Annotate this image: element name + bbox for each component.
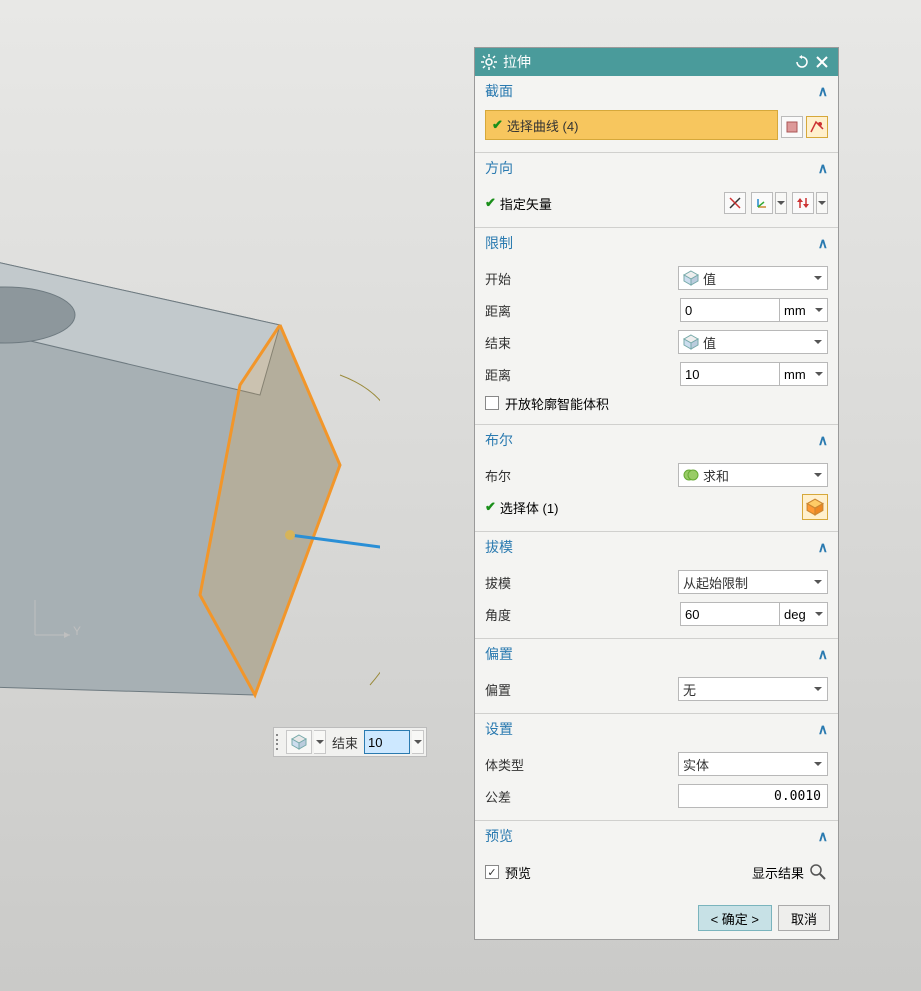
section-header-preview[interactable]: 预览 ∧ (475, 821, 838, 851)
dialog-titlebar[interactable]: 拉伸 (475, 48, 838, 76)
close-icon[interactable] (812, 52, 832, 72)
open-profile-label: 开放轮廓智能体积 (505, 394, 609, 413)
preview-label: 预览 (505, 863, 531, 882)
chevron-up-icon: ∧ (818, 160, 828, 177)
start-distance-input[interactable] (680, 298, 780, 322)
section-header-boolean[interactable]: 布尔 ∧ (475, 425, 838, 455)
curve-stop-icon[interactable] (781, 116, 803, 138)
draft-select[interactable]: 从起始限制 (678, 570, 828, 594)
chevron-up-icon: ∧ (818, 432, 828, 449)
start-distance-unit[interactable]: mm (780, 298, 828, 322)
ok-button[interactable]: < 确定 > (698, 905, 772, 931)
chevron-up-icon: ∧ (818, 539, 828, 556)
inline-end-toolbar: 结束 (273, 727, 427, 757)
end-distance-input[interactable] (680, 362, 780, 386)
inline-end-input[interactable] (364, 730, 410, 754)
chevron-up-icon: ∧ (818, 646, 828, 663)
end-type-select[interactable]: 值 (678, 330, 828, 354)
unite-icon (683, 467, 699, 483)
body-icon[interactable] (802, 494, 828, 520)
chevron-up-icon: ∧ (818, 235, 828, 252)
vector-csys-icon[interactable] (751, 192, 773, 214)
gear-icon (481, 54, 497, 70)
chevron-up-icon: ∧ (818, 828, 828, 845)
boolean-select[interactable]: 求和 (678, 463, 828, 487)
inline-end-caret[interactable] (412, 730, 424, 754)
section-header-draft[interactable]: 拔模 ∧ (475, 532, 838, 562)
section-header-settings[interactable]: 设置 ∧ (475, 714, 838, 744)
show-result-label: 显示结果 (752, 863, 804, 882)
inline-cube-icon[interactable] (286, 730, 312, 754)
offset-select[interactable]: 无 (678, 677, 828, 701)
extrude-dialog: 拉伸 截面 ∧ ✔ 选择曲线 (4) 方向 ∧ ✔ (474, 47, 839, 940)
dialog-title: 拉伸 (503, 52, 792, 72)
draft-angle-unit[interactable]: deg (780, 602, 828, 626)
dialog-footer: < 确定 > 取消 (475, 897, 838, 939)
check-icon: ✔ (485, 195, 496, 211)
body-type-select[interactable]: 实体 (678, 752, 828, 776)
vector-reverse-icon[interactable] (792, 192, 814, 214)
reset-icon[interactable] (792, 52, 812, 72)
cube-icon (683, 334, 699, 350)
magnifier-icon[interactable] (808, 862, 828, 882)
open-profile-checkbox[interactable] (485, 396, 499, 410)
section-header-direction[interactable]: 方向 ∧ (475, 153, 838, 183)
end-distance-unit[interactable]: mm (780, 362, 828, 386)
section-header-section[interactable]: 截面 ∧ (475, 76, 838, 106)
chevron-up-icon: ∧ (818, 721, 828, 738)
check-icon: ✔ (492, 117, 503, 133)
section-header-offset[interactable]: 偏置 ∧ (475, 639, 838, 669)
check-icon: ✔ (485, 499, 496, 515)
draft-angle-input[interactable] (680, 602, 780, 626)
inline-cube-caret[interactable] (314, 730, 326, 754)
section-header-limits[interactable]: 限制 ∧ (475, 228, 838, 258)
axis-label-y: Y (73, 624, 81, 638)
vector-auto-icon[interactable] (724, 192, 746, 214)
start-type-select[interactable]: 值 (678, 266, 828, 290)
cube-icon (683, 270, 699, 286)
grip-icon[interactable] (276, 731, 284, 753)
curve-sketch-icon[interactable] (806, 116, 828, 138)
vector-csys-caret[interactable] (775, 192, 787, 214)
inline-end-label: 结束 (328, 733, 362, 752)
cancel-button[interactable]: 取消 (778, 905, 830, 931)
select-curve-row[interactable]: ✔ 选择曲线 (4) (485, 110, 778, 140)
model-preview (0, 235, 380, 705)
preview-checkbox[interactable] (485, 865, 499, 879)
tolerance-input[interactable] (678, 784, 828, 808)
vector-reverse-caret[interactable] (816, 192, 828, 214)
chevron-up-icon: ∧ (818, 83, 828, 100)
